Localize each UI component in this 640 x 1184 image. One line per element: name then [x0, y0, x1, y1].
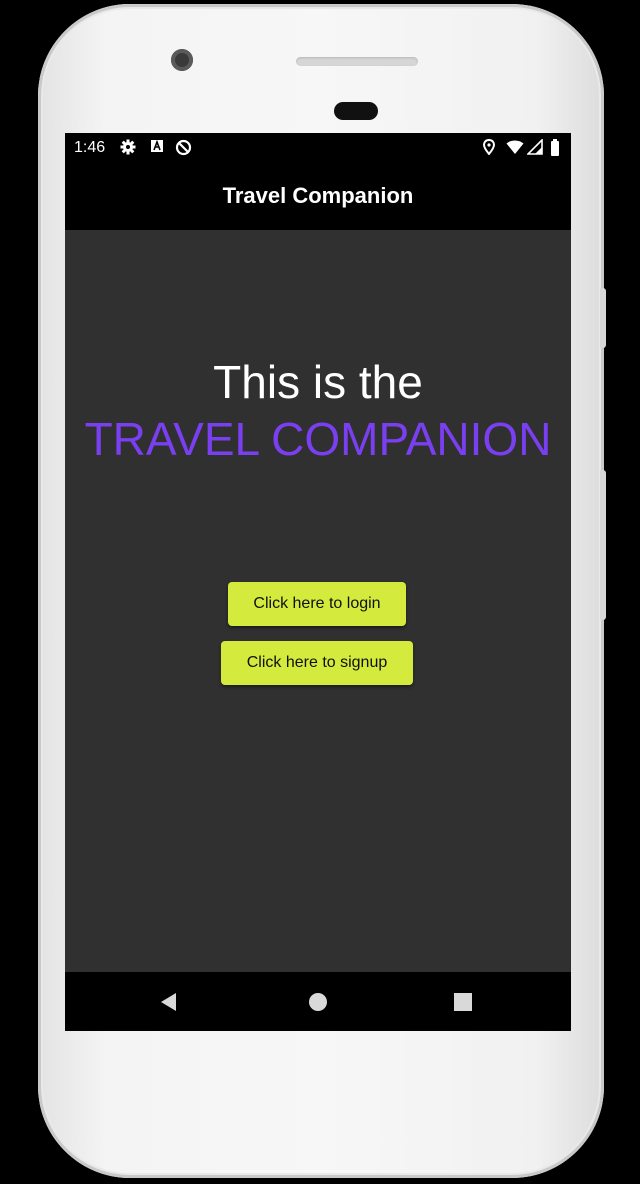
headline-text: This is the	[213, 356, 423, 408]
screen: 1:46 Travel Companion This is the TRAVEL…	[65, 133, 571, 1031]
home-icon[interactable]	[306, 990, 330, 1014]
signal-icon	[526, 138, 543, 159]
front-camera	[171, 49, 193, 71]
recents-icon[interactable]	[451, 990, 475, 1014]
a-badge-icon	[150, 139, 164, 157]
headline-accent-text: TRAVEL COMPANION	[84, 413, 552, 465]
power-button	[600, 288, 606, 348]
battery-icon	[550, 139, 560, 160]
settings-gear-icon	[120, 139, 136, 159]
back-icon[interactable]	[157, 990, 181, 1014]
location-pin-icon	[482, 138, 496, 159]
app-title: Travel Companion	[222, 182, 414, 208]
status-time: 1:46	[74, 139, 106, 156]
proximity-sensor	[334, 102, 378, 120]
status-bar: 1:46	[65, 133, 571, 163]
app-bar: Travel Companion	[65, 163, 571, 230]
signup-button[interactable]: Click here to signup	[221, 641, 413, 685]
navigation-bar	[65, 972, 571, 1031]
earpiece-speaker	[296, 57, 418, 66]
login-button[interactable]: Click here to login	[228, 582, 406, 626]
data-saver-icon	[175, 139, 192, 160]
main-content: This is the TRAVEL COMPANION Click here …	[65, 230, 571, 972]
wifi-icon	[506, 139, 524, 159]
volume-button	[600, 470, 606, 620]
